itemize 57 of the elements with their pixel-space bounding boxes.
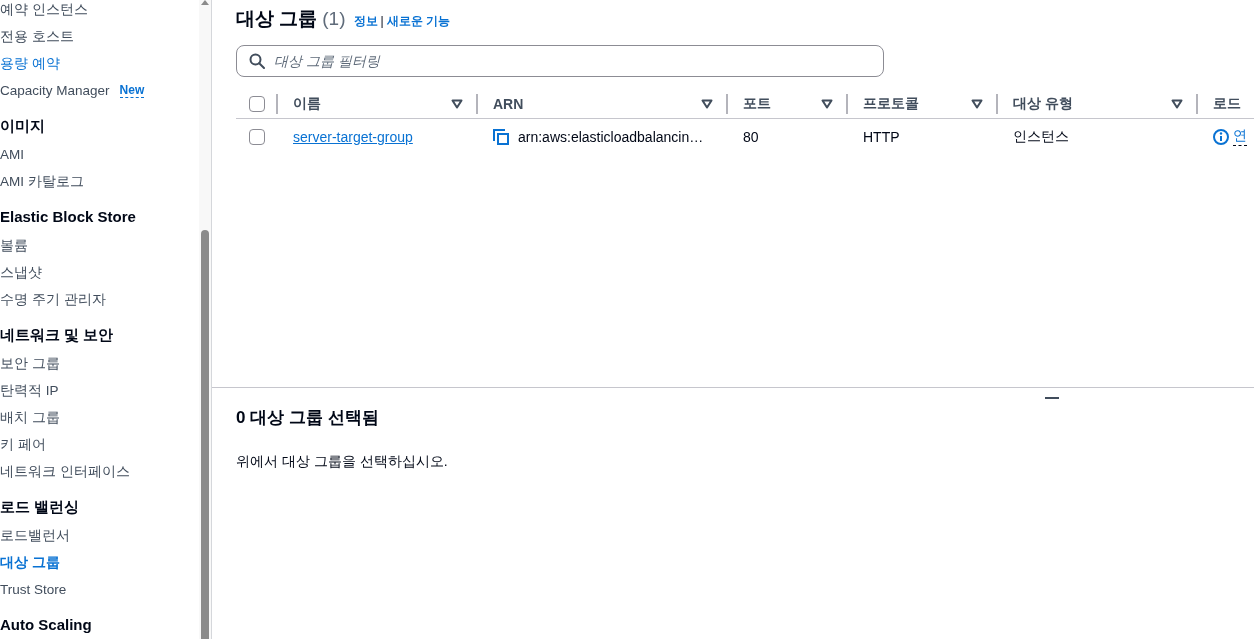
column-header[interactable]: 포트 xyxy=(743,95,771,113)
column-header[interactable]: 로드 xyxy=(1213,95,1241,113)
table-cell: 80 xyxy=(743,128,759,145)
info-link[interactable]: 연 xyxy=(1233,127,1247,146)
nav-link[interactable]: 전용 호스트 xyxy=(0,27,74,46)
caret-icon[interactable] xyxy=(701,99,713,109)
section-heading: Elastic Block Store xyxy=(0,207,137,227)
nav-link[interactable]: 볼륨 xyxy=(0,236,28,255)
nav-link[interactable]: 예약 인스턴스 xyxy=(0,0,88,19)
scrollbar-thumb[interactable] xyxy=(201,230,209,639)
nav-link[interactable]: 스냅샷 xyxy=(0,263,42,282)
column-header[interactable]: 이름 xyxy=(293,95,321,113)
select-all-checkbox[interactable] xyxy=(249,96,265,112)
nav-link[interactable]: 대상 그룹 xyxy=(0,553,60,572)
nav-link[interactable]: 수명 주기 관리자 xyxy=(0,290,106,309)
caret-icon[interactable] xyxy=(451,99,463,109)
nav-link[interactable]: 배치 그룹 xyxy=(0,408,60,427)
section-heading: 네트워크 및 보안 xyxy=(0,325,115,345)
section-heading: Auto Scaling xyxy=(0,615,93,635)
details-heading: 0 대상 그룹 선택됨 xyxy=(236,407,380,429)
caret-icon[interactable] xyxy=(971,99,983,109)
nav-link[interactable]: 보안 그룹 xyxy=(0,354,60,373)
nav-link[interactable]: 네트워크 인터페이스 xyxy=(0,462,130,481)
nav-link[interactable]: 키 페어 xyxy=(0,435,46,454)
table-cell: HTTP xyxy=(863,128,900,145)
row-checkbox[interactable] xyxy=(249,128,265,145)
column-header[interactable]: 프로토콜 xyxy=(863,95,919,113)
search-icon xyxy=(249,53,265,69)
column-header[interactable]: 대상 유형 xyxy=(1013,95,1073,113)
copy-icon[interactable] xyxy=(493,128,509,145)
details-message: 위에서 대상 그룹을 선택하십시오. xyxy=(236,452,449,471)
drag-handle-icon[interactable] xyxy=(1045,397,1059,399)
nav-link[interactable]: 탄력적 IP xyxy=(0,381,59,400)
nav-link[interactable]: 로드밸런서 xyxy=(0,526,70,545)
info-icon xyxy=(1213,128,1229,145)
header-link[interactable]: 새로운 기능 xyxy=(386,13,450,30)
scrollbar-track[interactable] xyxy=(199,0,211,639)
nav-link[interactable]: Trust Store xyxy=(0,580,67,599)
nav-link[interactable]: Capacity Manager xyxy=(0,81,110,100)
search-field[interactable]: 대상 그룹 필터링 xyxy=(236,45,884,77)
nav-link[interactable]: 용량 예약 xyxy=(0,54,60,73)
table-cell: 인스턴스 xyxy=(1013,127,1069,146)
new-badge[interactable]: New xyxy=(119,83,145,98)
section-heading: 이미지 xyxy=(0,116,46,136)
nav-link[interactable]: AMI xyxy=(0,145,24,164)
column-header[interactable]: ARN xyxy=(493,96,524,112)
page-title: 대상 그룹 xyxy=(236,7,318,31)
arn-text: arn:aws:elasticloadbalancin… xyxy=(518,128,704,145)
section-heading: 로드 밸런싱 xyxy=(0,497,81,517)
nav-link[interactable]: AMI 카탈로그 xyxy=(0,172,84,191)
item-count: (1) xyxy=(322,7,346,31)
scroll-up-arrow-icon[interactable] xyxy=(201,0,209,5)
caret-icon[interactable] xyxy=(821,99,833,109)
target-group-link[interactable]: server-target-group xyxy=(293,128,413,145)
header-link[interactable]: 정보 xyxy=(353,13,378,30)
caret-icon[interactable] xyxy=(1171,99,1183,109)
link-separator: | xyxy=(380,14,384,28)
